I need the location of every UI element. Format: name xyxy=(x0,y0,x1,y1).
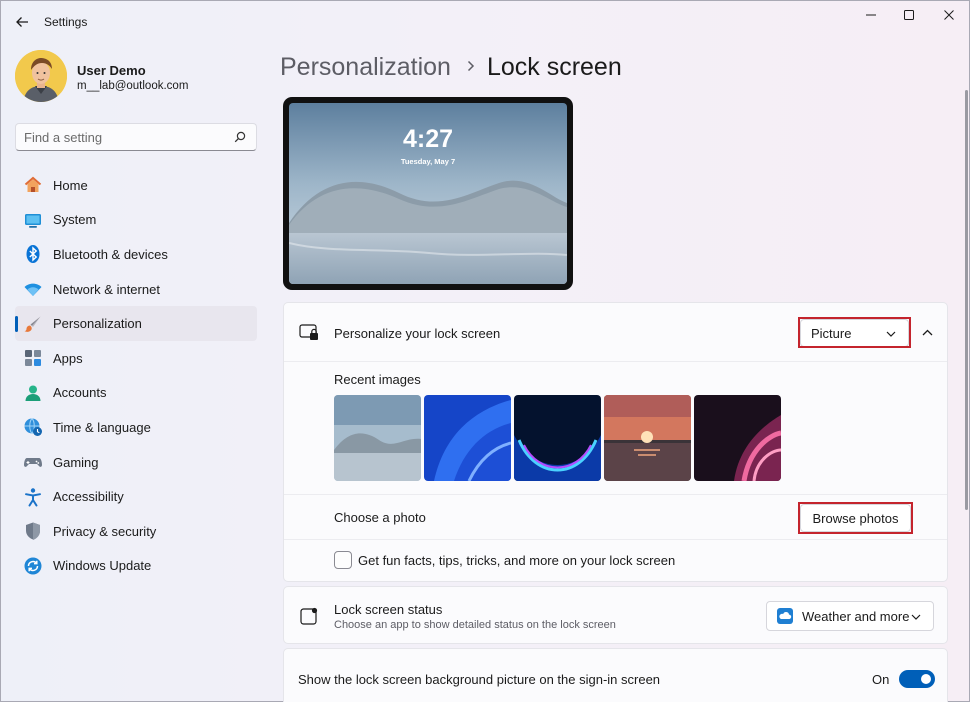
signin-background-toggle[interactable] xyxy=(899,670,935,688)
sidebar-item-privacy[interactable]: Privacy & security xyxy=(15,514,257,549)
sidebar-item-home[interactable]: Home xyxy=(15,168,257,203)
maximize-button[interactable] xyxy=(890,2,928,28)
sidebar-item-label: Accounts xyxy=(53,385,107,401)
close-icon xyxy=(944,10,954,20)
home-icon xyxy=(23,175,43,195)
sidebar-item-label: Apps xyxy=(53,350,83,366)
lock-status-label: Lock screen status xyxy=(334,602,443,617)
close-button[interactable] xyxy=(930,2,968,28)
personalize-dropdown[interactable]: Picture xyxy=(800,319,909,347)
chevron-down-icon xyxy=(911,614,921,620)
globe-clock-icon xyxy=(23,417,43,437)
recent-images-label: Recent images xyxy=(334,372,421,387)
title-bar: Settings xyxy=(0,0,970,44)
sidebar-item-time-language[interactable]: Time & language xyxy=(15,410,257,445)
divider xyxy=(284,361,947,362)
sidebar-item-label: Privacy & security xyxy=(53,523,157,539)
user-name: User Demo xyxy=(77,63,146,78)
sidebar-item-network[interactable]: Network & internet xyxy=(15,272,257,307)
search-icon[interactable] xyxy=(234,131,246,143)
fun-facts-checkbox[interactable] xyxy=(334,551,352,569)
wifi-icon xyxy=(23,279,43,299)
browse-photos-button[interactable]: Browse photos xyxy=(800,504,911,532)
maximize-icon xyxy=(904,10,914,20)
lock-screen-preview: 4:27 Tuesday, May 7 xyxy=(283,97,573,290)
minimize-button[interactable] xyxy=(852,2,890,28)
apps-icon xyxy=(23,348,43,368)
recent-image-landscape[interactable] xyxy=(334,395,421,481)
breadcrumb-parent[interactable]: Personalization xyxy=(280,53,451,82)
sidebar-item-bluetooth[interactable]: Bluetooth & devices xyxy=(15,237,257,272)
active-indicator xyxy=(15,316,18,333)
sidebar-item-apps[interactable]: Apps xyxy=(15,341,257,376)
recent-image-pink-ribbons[interactable] xyxy=(694,395,781,481)
page-title: Lock screen xyxy=(486,52,622,81)
sidebar-item-label: Personalization xyxy=(53,316,142,332)
lock-status-dropdown[interactable]: Weather and more xyxy=(766,601,934,631)
preview-date: Tuesday, May 7 xyxy=(400,157,456,166)
sidebar-item-label: Home xyxy=(53,177,88,193)
gamepad-icon xyxy=(23,452,43,472)
lock-screen-icon xyxy=(299,324,318,340)
accounts-icon xyxy=(23,383,43,403)
fun-facts-label: Get fun facts, tips, tricks, and more on… xyxy=(358,553,676,568)
sidebar-item-label: Gaming xyxy=(53,454,99,470)
back-arrow-icon xyxy=(16,17,28,27)
weather-icon xyxy=(777,608,793,624)
sidebar-item-label: Bluetooth & devices xyxy=(53,246,168,262)
signin-background-card: Show the lock screen background picture … xyxy=(283,648,948,702)
chevron-right-icon xyxy=(467,60,475,75)
minimize-icon xyxy=(866,14,876,16)
sidebar-item-label: Network & internet xyxy=(53,281,160,297)
back-button[interactable] xyxy=(8,8,36,36)
toggle-knob xyxy=(921,674,931,684)
accessibility-icon xyxy=(23,487,43,507)
sidebar-item-gaming[interactable]: Gaming xyxy=(15,445,257,480)
personalize-label: Personalize your lock screen xyxy=(334,326,501,341)
lock-screen-status-card: Lock screen status Choose an app to show… xyxy=(283,586,948,644)
app-title: Settings xyxy=(44,15,88,29)
choose-photo-label: Choose a photo xyxy=(334,510,426,525)
system-icon xyxy=(23,210,43,230)
chevron-down-icon xyxy=(886,331,896,337)
shield-icon xyxy=(23,521,43,541)
divider xyxy=(284,494,947,495)
personalize-card: Personalize your lock screen Picture Rec… xyxy=(283,302,948,582)
sidebar-item-windows-update[interactable]: Windows Update xyxy=(15,549,257,584)
user-email: m__lab@outlook.com xyxy=(77,80,189,92)
toggle-state-label: On xyxy=(872,672,890,687)
divider xyxy=(284,539,947,540)
signin-background-label: Show the lock screen background picture … xyxy=(298,672,661,687)
bluetooth-icon xyxy=(23,244,43,264)
sidebar-nav: Home System Bluetooth & devices Network … xyxy=(15,168,257,583)
search-input[interactable] xyxy=(24,128,229,146)
sidebar-item-label: Accessibility xyxy=(53,489,124,505)
lock-status-description: Choose an app to show detailed status on… xyxy=(334,619,616,631)
lock-status-dropdown-value: Weather and more xyxy=(802,608,910,624)
update-icon xyxy=(23,556,43,576)
lock-status-icon xyxy=(300,607,318,625)
scrollbar[interactable] xyxy=(965,90,968,510)
sidebar-item-label: Windows Update xyxy=(53,558,152,574)
preview-wallpaper: 4:27 Tuesday, May 7 xyxy=(289,103,567,284)
sidebar-item-personalization[interactable]: Personalization xyxy=(15,306,257,341)
sidebar-item-label: System xyxy=(53,212,97,228)
recent-image-sunset[interactable] xyxy=(604,395,691,481)
recent-image-blue-bloom[interactable] xyxy=(424,395,511,481)
preview-time: 4:27 xyxy=(402,125,454,153)
user-profile[interactable]: User Demo m__lab@outlook.com xyxy=(15,50,260,104)
recent-image-glow-curve[interactable] xyxy=(514,395,601,481)
brush-icon xyxy=(23,314,43,334)
avatar xyxy=(15,50,67,102)
search-box[interactable] xyxy=(15,123,257,151)
sidebar-item-accessibility[interactable]: Accessibility xyxy=(15,479,257,514)
collapse-button[interactable] xyxy=(914,319,940,345)
breadcrumb: Personalization Lock screen xyxy=(280,50,622,84)
chevron-up-icon xyxy=(922,329,932,335)
sidebar-item-system[interactable]: System xyxy=(15,203,257,238)
personalize-dropdown-value: Picture xyxy=(811,325,852,341)
sidebar-item-accounts[interactable]: Accounts xyxy=(15,376,257,411)
sidebar-item-label: Time & language xyxy=(53,419,151,435)
